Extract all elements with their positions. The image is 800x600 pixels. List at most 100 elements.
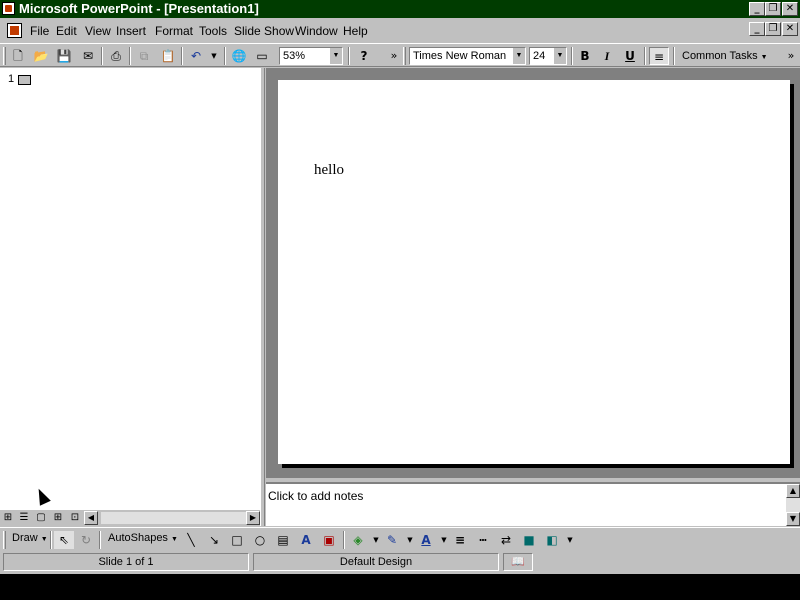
status-slide-info: Slide 1 of 1: [3, 553, 249, 571]
align-left-icon[interactable]: ≡: [649, 47, 669, 65]
line-style-icon[interactable]: ≡: [450, 531, 470, 549]
scroll-down-icon[interactable]: ▼: [786, 512, 800, 526]
more-buttons-icon[interactable]: »: [384, 47, 404, 65]
chevron-down-icon[interactable]: ▼: [512, 48, 525, 64]
scroll-up-icon[interactable]: ▲: [786, 484, 800, 498]
font-size-combo[interactable]: 24 ▼: [529, 47, 567, 65]
bold-button[interactable]: B: [575, 47, 595, 65]
document-icon[interactable]: [7, 23, 22, 38]
font-name-value: Times New Roman: [413, 50, 507, 62]
notes-placeholder[interactable]: Click to add notes: [268, 489, 363, 503]
arrow-icon[interactable]: ↘: [204, 531, 224, 549]
toolbar-grip[interactable]: [403, 47, 406, 65]
chevron-down-icon[interactable]: ▼: [553, 48, 566, 64]
chevron-down-icon[interactable]: ▼: [329, 48, 342, 64]
menu-file[interactable]: File: [30, 24, 49, 38]
pane-splitter[interactable]: [260, 68, 265, 526]
toolbar-separator: [101, 47, 103, 65]
menu-insert[interactable]: Insert: [116, 24, 146, 38]
hyperlink-icon[interactable]: 🌐: [229, 47, 249, 65]
spelling-status-icon[interactable]: 📖: [503, 553, 533, 571]
select-objects-icon[interactable]: ⇖: [54, 531, 74, 549]
undo-dropdown-icon[interactable]: ▼: [204, 47, 224, 65]
italic-button[interactable]: I: [597, 47, 617, 65]
toolbar-grip[interactable]: [3, 531, 6, 549]
email-icon[interactable]: ✉: [78, 47, 98, 65]
font-color-icon[interactable]: A: [416, 531, 436, 549]
slide-number: 1: [8, 73, 15, 85]
slide-sorter-view-icon[interactable]: ⊞: [51, 511, 65, 524]
rectangle-icon[interactable]: □: [227, 531, 247, 549]
menu-view[interactable]: View: [85, 24, 111, 38]
doc-close-button[interactable]: ✕: [782, 22, 798, 36]
scroll-left-icon[interactable]: ◀: [84, 511, 98, 525]
notes-pane[interactable]: Click to add notes: [266, 482, 800, 526]
common-tasks-button[interactable]: Common Tasks ▼: [682, 50, 768, 62]
toolbar-separator: [50, 531, 52, 549]
toolbar-separator: [224, 47, 226, 65]
draw-menu-button[interactable]: Draw ▼: [12, 532, 48, 544]
menu-slide-show[interactable]: Slide Show: [234, 24, 294, 38]
free-rotate-icon[interactable]: ↻: [76, 531, 96, 549]
slide-thumbnail-icon[interactable]: [18, 75, 31, 85]
outline-pane[interactable]: 1: [0, 68, 260, 510]
line-icon[interactable]: ╲: [181, 531, 201, 549]
horizontal-scrollbar[interactable]: [100, 511, 260, 525]
underline-button[interactable]: U: [620, 47, 640, 65]
minimize-button[interactable]: _: [749, 2, 765, 16]
doc-minimize-button[interactable]: _: [749, 22, 765, 36]
powerpoint-app-icon[interactable]: [2, 2, 15, 15]
menu-tools[interactable]: Tools: [199, 24, 227, 38]
autoshapes-menu-button[interactable]: AutoShapes ▼: [108, 532, 178, 544]
shadow-icon[interactable]: ■: [519, 531, 539, 549]
normal-view-icon[interactable]: ⊞: [1, 511, 15, 524]
chevron-down-icon[interactable]: ▼: [560, 531, 580, 549]
menu-window[interactable]: Window: [295, 24, 338, 38]
new-icon[interactable]: 🗋: [8, 47, 28, 65]
line-color-icon[interactable]: ✎: [382, 531, 402, 549]
font-name-combo[interactable]: Times New Roman ▼: [409, 47, 526, 65]
chevron-down-icon: ▼: [760, 54, 768, 61]
more-buttons-icon[interactable]: »: [781, 47, 800, 65]
dash-style-icon[interactable]: ┅: [473, 531, 493, 549]
open-icon[interactable]: 📂: [31, 47, 51, 65]
3d-icon[interactable]: ◧: [542, 531, 562, 549]
paste-icon[interactable]: 📋: [158, 47, 178, 65]
undo-icon[interactable]: ↶: [186, 47, 206, 65]
copy-icon[interactable]: ⧉: [134, 47, 154, 65]
toolbar-grip[interactable]: [3, 47, 6, 65]
standard-toolbar: 🗋 📂 💾 ✉ ⎙ ⧉ 📋 ↶ ▼ 🌐 ▭ 53% ▼ ? » Times New…: [0, 43, 800, 67]
arrow-style-icon[interactable]: ⇄: [496, 531, 516, 549]
title-bar[interactable]: Microsoft PowerPoint - [Presentation1] _…: [0, 0, 800, 18]
menu-format[interactable]: Format: [155, 24, 193, 38]
close-button[interactable]: ✕: [782, 2, 798, 16]
scroll-right-icon[interactable]: ▶: [246, 511, 260, 525]
slide-canvas[interactable]: hello: [278, 80, 790, 464]
outline-view-icon[interactable]: ☰: [17, 511, 31, 524]
chevron-down-icon: ▼: [171, 536, 178, 543]
wordart-icon[interactable]: A: [296, 531, 316, 549]
toolbar-separator: [181, 47, 183, 65]
help-icon[interactable]: ?: [354, 47, 374, 65]
restore-button[interactable]: ❐: [765, 2, 781, 16]
menu-help[interactable]: Help: [343, 24, 368, 38]
fill-color-icon[interactable]: ◈: [348, 531, 368, 549]
oval-icon[interactable]: ○: [250, 531, 270, 549]
status-bar: Slide 1 of 1 Default Design 📖: [0, 552, 800, 572]
powerpoint-window: Microsoft PowerPoint - [Presentation1] _…: [0, 0, 800, 574]
clip-art-icon[interactable]: ▣: [319, 531, 339, 549]
text-box-icon[interactable]: ▤: [273, 531, 293, 549]
insert-table-icon[interactable]: ▭: [252, 47, 272, 65]
menu-edit[interactable]: Edit: [56, 24, 77, 38]
print-icon[interactable]: ⎙: [106, 47, 126, 65]
slide-show-icon[interactable]: ⊡: [68, 511, 82, 524]
save-icon[interactable]: 💾: [54, 47, 74, 65]
status-design: Default Design: [253, 553, 499, 571]
notes-vertical-scrollbar[interactable]: ▲ ▼: [786, 484, 800, 526]
slide-text-box[interactable]: hello: [314, 162, 344, 179]
doc-restore-button[interactable]: ❐: [765, 22, 781, 36]
slide-view-icon[interactable]: ▢: [34, 511, 48, 524]
drawing-toolbar: Draw ▼ ⇖ ↻ AutoShapes ▼ ╲ ↘ □ ○ ▤ A ▣ ◈ …: [0, 527, 800, 551]
menu-bar: File Edit View Insert Format Tools Slide…: [0, 20, 800, 42]
zoom-combo[interactable]: 53% ▼: [279, 47, 343, 65]
